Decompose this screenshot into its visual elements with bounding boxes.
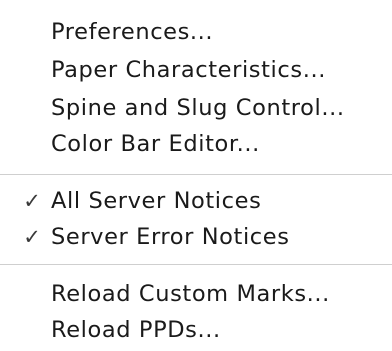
menu-item-color-bar-editor[interactable]: Color Bar Editor... xyxy=(0,126,392,162)
menu-separator xyxy=(0,264,392,265)
menu-item-all-server-notices[interactable]: ✓ All Server Notices xyxy=(0,183,392,219)
checkmark-icon: ✓ xyxy=(23,189,41,213)
checkmark-icon: ✓ xyxy=(23,225,41,249)
menu-item-label: Reload Custom Marks... xyxy=(51,281,330,307)
menu-item-paper-characteristics[interactable]: Paper Characteristics... xyxy=(0,52,392,88)
menu-item-label: Preferences... xyxy=(51,19,214,45)
menu-item-reload-custom-marks[interactable]: Reload Custom Marks... xyxy=(0,276,392,312)
menu-separator xyxy=(0,174,392,175)
menu-item-label: Server Error Notices xyxy=(51,224,290,250)
menu-item-preferences[interactable]: Preferences... xyxy=(0,14,392,50)
menu-item-label: All Server Notices xyxy=(51,188,262,214)
menu-item-label: Reload PPDs... xyxy=(51,317,221,343)
menu-item-server-error-notices[interactable]: ✓ Server Error Notices xyxy=(0,219,392,255)
menu-item-label: Paper Characteristics... xyxy=(51,57,326,83)
menu-item-label: Spine and Slug Control... xyxy=(51,95,345,121)
menu-item-spine-and-slug-control[interactable]: Spine and Slug Control... xyxy=(0,90,392,126)
context-menu: Preferences... Paper Characteristics... … xyxy=(0,0,392,351)
menu-item-label: Color Bar Editor... xyxy=(51,131,260,157)
menu-item-reload-ppds[interactable]: Reload PPDs... xyxy=(0,312,392,348)
